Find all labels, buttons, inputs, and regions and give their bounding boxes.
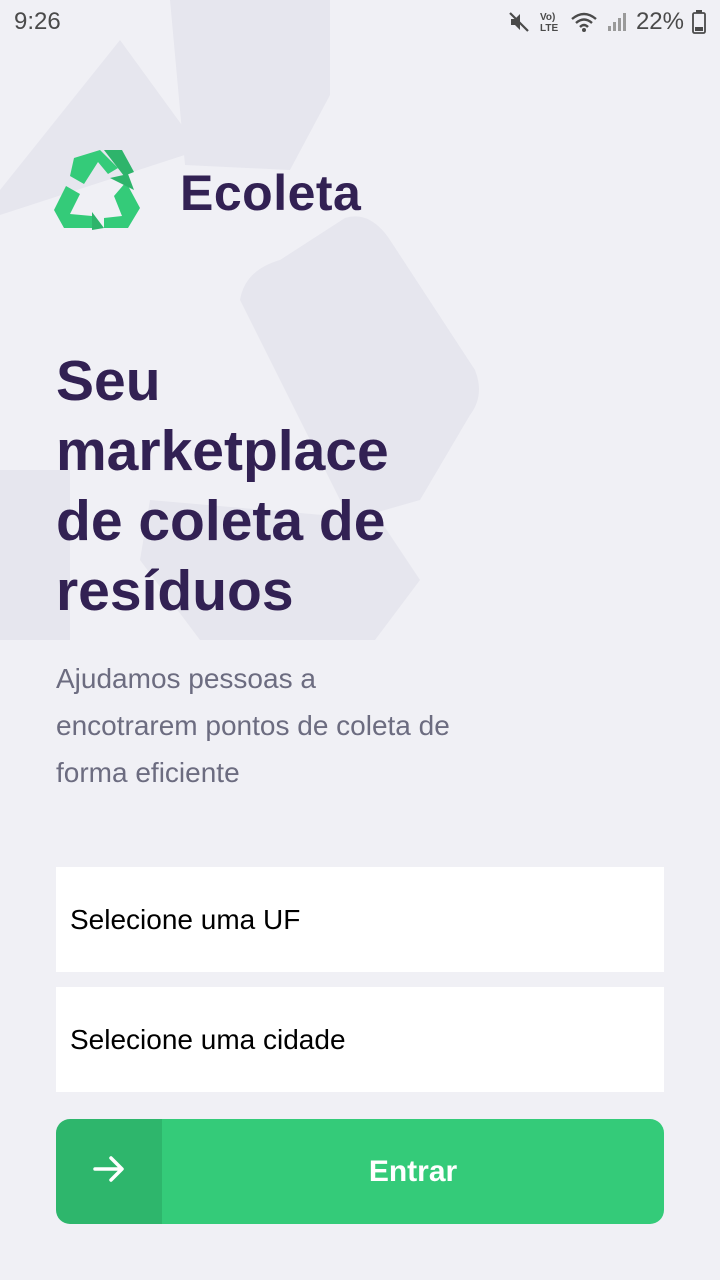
city-select[interactable]: Selecione uma cidade	[56, 987, 664, 1092]
arrow-right-icon	[91, 1151, 127, 1192]
battery-icon	[692, 10, 706, 34]
app-logo: Ecoleta	[54, 150, 361, 235]
volte-icon: Vo) LTE	[538, 10, 562, 34]
enter-icon-container	[56, 1119, 162, 1224]
mute-icon	[508, 11, 530, 33]
city-select-value: Selecione uma cidade	[70, 1023, 346, 1055]
enter-button[interactable]: Entrar	[56, 1119, 664, 1224]
status-icons: Vo) LTE 22%	[508, 8, 706, 36]
description-line: forma eficiente	[56, 757, 240, 788]
title-line: resíduos	[56, 559, 294, 623]
status-bar: 9:26 Vo) LTE 22%	[0, 0, 720, 44]
description-line: Ajudamos pessoas a	[56, 663, 316, 694]
uf-select[interactable]: Selecione uma UF	[56, 867, 664, 972]
svg-text:Vo): Vo)	[540, 12, 555, 23]
title-line: de coleta de	[56, 489, 386, 553]
signal-icon	[606, 11, 628, 33]
page-title: Seu marketplace de coleta de resíduos	[56, 346, 476, 626]
page-description: Ajudamos pessoas a encotrarem pontos de …	[56, 655, 526, 796]
svg-text:LTE: LTE	[540, 23, 558, 34]
recycle-icon	[54, 150, 142, 235]
enter-button-label: Entrar	[368, 1154, 458, 1188]
status-time: 9:26	[14, 8, 61, 35]
uf-select-value: Selecione uma UF	[70, 903, 301, 935]
title-line: Seu	[56, 349, 161, 413]
title-line: marketplace	[56, 419, 389, 483]
wifi-icon	[570, 11, 598, 33]
battery-percent: 22%	[635, 8, 684, 35]
app-name: Ecoleta	[180, 164, 362, 221]
description-line: encotrarem pontos de coleta de	[56, 710, 450, 741]
